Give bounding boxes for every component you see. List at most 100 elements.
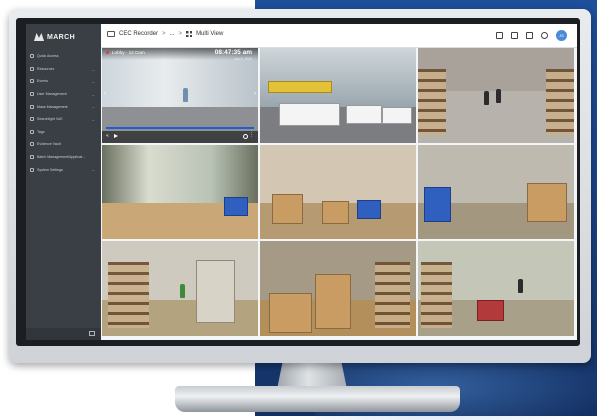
shelf (421, 262, 453, 329)
camera-header: Lobby - 12 Cam 08:47:35 am Apr 8, 2020 (102, 48, 258, 61)
camera-date: Apr 8, 2020 (234, 57, 252, 61)
camera-scene (260, 48, 416, 107)
camera-tile-4[interactable] (102, 144, 258, 240)
sidebar-item-label: Tags (37, 129, 45, 134)
users-icon (30, 92, 34, 97)
breadcrumb-root[interactable]: CEC Recorder (119, 31, 158, 37)
sidebar-item-mass-management[interactable]: Mass Management ⌄ (26, 100, 101, 113)
toolbar: JS (496, 30, 567, 41)
chevron-down-icon: ⌄ (91, 116, 95, 122)
monitor-stand-base (175, 386, 460, 412)
sidebar-item-label: Resources (37, 66, 55, 71)
sidebar-item-quick-access[interactable]: Quick Access (26, 50, 101, 63)
sidebar-item-searchlight[interactable]: Searchlight VuE ⌄ (26, 113, 101, 126)
folder-icon (30, 66, 34, 71)
playback-timeline[interactable] (106, 126, 254, 129)
person (496, 88, 501, 103)
more-icon[interactable]: ⋮ (249, 132, 254, 138)
settings-icon[interactable] (243, 133, 248, 139)
sidebar-item-evidence-vault[interactable]: Evidence Vault (26, 138, 101, 151)
bin (424, 187, 452, 223)
chevron-down-icon: ⌄ (91, 79, 95, 85)
sidebar-item-label: Searchlight VuE (37, 117, 63, 122)
shelf (545, 68, 574, 136)
breadcrumb: CEC Recorder > ... > Multi View (107, 31, 223, 37)
person (183, 87, 189, 102)
sidebar-item-label: User Management (37, 92, 67, 97)
camera-tile-7[interactable] (102, 241, 258, 336)
folder-icon (107, 31, 115, 37)
star-icon (30, 54, 34, 59)
sidebar-item-system-settings[interactable]: System Settings ⌄ (26, 163, 101, 176)
chevron-right-icon[interactable]: › (254, 91, 256, 97)
logo-text: MARCH (47, 33, 76, 41)
cart (477, 300, 505, 321)
box (269, 293, 312, 334)
bin (223, 196, 248, 216)
chevron-down-icon: ⌄ (91, 104, 95, 110)
app-screen: MARCH Quick Access Resources ⌄ Events ⌄ Us… (26, 24, 577, 340)
sidebar-item-events[interactable]: Events ⌄ (26, 75, 101, 88)
sidebar-item-resources[interactable]: Resources ⌄ (26, 63, 101, 76)
camera-scene (102, 144, 258, 204)
sidebar-item-user-management[interactable]: User Management ⌄ (26, 88, 101, 101)
box (322, 201, 350, 225)
awning (267, 81, 333, 93)
server-icon (30, 104, 34, 109)
chart-icon (30, 117, 34, 122)
playback-controls: « ⋮ (102, 130, 258, 143)
camera-grid: Lobby - 12 Cam 08:47:35 am Apr 8, 2020 ‹… (102, 48, 574, 336)
sidebar-item-label: Evidence Vault (37, 142, 61, 147)
avatar[interactable]: JS (556, 30, 567, 41)
breadcrumb-separator: > (178, 31, 183, 37)
breadcrumb-separator: > (162, 31, 166, 37)
sidebar: MARCH Quick Access Resources ⌄ Events ⌄ Us… (26, 24, 101, 340)
vault-icon (30, 142, 34, 147)
camera-tile-9[interactable] (418, 241, 574, 336)
top-bar: CEC Recorder > ... > Multi View JS (101, 24, 577, 48)
door (195, 260, 236, 323)
help-icon[interactable] (541, 32, 548, 39)
chevron-down-icon: ⌄ (91, 167, 95, 173)
edit-icon[interactable] (496, 32, 503, 39)
sidebar-item-label: System Settings (37, 167, 63, 172)
camera-tile-3[interactable] (418, 48, 574, 143)
shelf (375, 262, 410, 329)
brand-logo[interactable]: MARCH (34, 30, 94, 44)
breadcrumb-ellipsis[interactable]: ... (170, 31, 175, 37)
sidebar-item-label: Mass Management (37, 104, 68, 109)
camera-tile-1[interactable]: Lobby - 12 Cam 08:47:35 am Apr 8, 2020 ‹… (102, 48, 258, 143)
camera-tile-5[interactable] (260, 144, 416, 240)
camera-title: Lobby - 12 Cam (112, 50, 145, 55)
sidebar-footer (26, 328, 101, 340)
bin (356, 199, 381, 219)
tag-icon (30, 129, 34, 134)
sidebar-nav: Quick Access Resources ⌄ Events ⌄ User Man… (26, 50, 101, 176)
camera-tile-2[interactable] (260, 48, 416, 143)
truck (345, 104, 383, 124)
sidebar-item-label: Quick Access (37, 54, 59, 59)
collapse-sidebar-icon[interactable] (89, 331, 95, 336)
camera-tile-6[interactable] (418, 144, 574, 240)
copy-icon[interactable] (511, 32, 518, 39)
play-icon[interactable] (114, 133, 118, 138)
truck (278, 102, 340, 126)
camera-tile-8[interactable] (260, 241, 416, 336)
chevron-down-icon: ⌄ (91, 66, 95, 72)
sidebar-item-batch-management[interactable]: Batch Management/Applicat... (26, 151, 101, 164)
sidebar-item-tags[interactable]: Tags (26, 126, 101, 139)
person (483, 90, 489, 105)
box (272, 193, 303, 225)
chevron-left-icon[interactable]: ‹ (104, 91, 106, 97)
box (527, 182, 567, 223)
batch-icon (30, 155, 34, 160)
chevron-down-icon: ⌄ (91, 91, 95, 97)
bell-icon (30, 79, 34, 84)
breadcrumb-current: Multi View (196, 31, 224, 37)
truck (381, 106, 412, 124)
box (314, 274, 351, 329)
march-logo-icon (34, 33, 44, 41)
trash-icon[interactable] (526, 32, 533, 39)
rewind-icon[interactable]: « (106, 133, 111, 139)
gear-icon (30, 167, 34, 172)
